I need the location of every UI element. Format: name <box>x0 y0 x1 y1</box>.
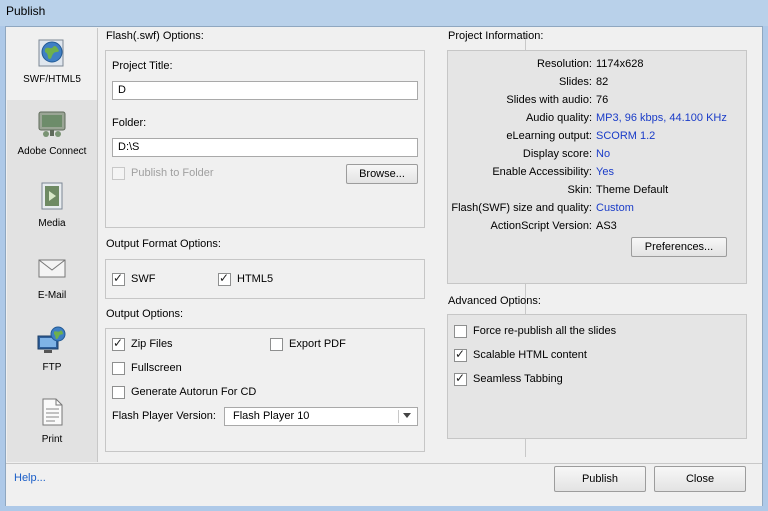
media-film-icon <box>41 182 63 210</box>
sidebar-item-media[interactable]: Media <box>7 172 97 244</box>
scalable-html-label: Scalable HTML content <box>473 349 587 361</box>
sidebar-item-label: Adobe Connect <box>17 146 87 157</box>
swf-checkbox[interactable] <box>112 271 125 286</box>
flash-options-title: Flash(.swf) Options: <box>106 30 204 42</box>
sidebar-item-print[interactable]: Print <box>7 388 97 460</box>
sidebar-item-ftp[interactable]: FTP <box>7 316 97 388</box>
info-value: AS3 <box>596 220 617 232</box>
publish-button[interactable]: Publish <box>554 466 646 492</box>
print-document-icon <box>42 398 63 426</box>
info-value[interactable]: SCORM 1.2 <box>596 130 655 142</box>
preferences-button[interactable]: Preferences... <box>631 237 727 257</box>
output-format-title: Output Format Options: <box>106 238 221 250</box>
output-format-group: SWF HTML5 <box>105 259 425 299</box>
scalable-html-checkbox[interactable] <box>454 347 467 362</box>
globe-icon <box>38 39 64 67</box>
browse-button[interactable]: Browse... <box>346 164 418 184</box>
publish-sidebar: SWF/HTML5 Adobe Connect Media E-Mail FTP… <box>7 28 98 462</box>
chevron-down-icon <box>403 413 411 418</box>
info-key: Flash(SWF) size and quality: <box>451 202 592 214</box>
info-value[interactable]: No <box>596 148 610 160</box>
adobe-connect-icon <box>38 111 66 137</box>
html5-label: HTML5 <box>237 273 274 285</box>
flash-options-group: Project Title: D Folder: D:\S Publish to… <box>105 50 425 228</box>
info-key: Slides with audio: <box>506 94 592 106</box>
output-options-group: Zip Files Export PDF Fullscreen Generate… <box>105 328 425 452</box>
autorun-checkbox[interactable] <box>112 386 125 399</box>
fullscreen-label: Fullscreen <box>131 362 182 374</box>
info-key: Skin: <box>567 184 592 196</box>
sidebar-item-label: FTP <box>42 362 62 373</box>
advanced-options-group: Force re-publish all the slides Scalable… <box>447 314 747 439</box>
window-title: Publish <box>6 4 46 18</box>
output-options-title: Output Options: <box>106 308 184 320</box>
sidebar-item-swf-html5[interactable]: SWF/HTML5 <box>7 28 97 100</box>
project-title-label: Project Title: <box>112 60 173 72</box>
folder-input[interactable]: D:\S <box>112 138 418 157</box>
close-button[interactable]: Close <box>654 466 746 492</box>
sidebar-item-label: SWF/HTML5 <box>23 74 81 85</box>
info-key: Resolution: <box>536 58 592 70</box>
sidebar-item-label: Media <box>38 218 66 229</box>
zip-files-checkbox[interactable] <box>112 336 125 351</box>
project-info-group: Resolution: 1174x628 Slides: 82 Slides with … <box>447 50 747 284</box>
email-envelope-icon <box>38 259 66 278</box>
info-value: Theme Default <box>596 184 669 196</box>
flash-version-label: Flash Player Version: <box>112 410 216 422</box>
info-key: Audio quality: <box>525 112 592 124</box>
advanced-options-title: Advanced Options: <box>448 295 541 307</box>
info-key: ActionScript Version: <box>490 220 593 232</box>
options-area: Flash(.swf) Options: Project Title: D Fo… <box>98 27 764 463</box>
info-value: 1174x628 <box>596 58 644 70</box>
info-key: Enable Accessibility: <box>492 166 592 178</box>
seamless-tabbing-checkbox[interactable] <box>454 371 467 386</box>
sidebar-item-label: Print <box>41 434 63 445</box>
info-value: 82 <box>596 76 609 88</box>
info-key: eLearning output: <box>506 130 592 142</box>
info-key: Display score: <box>522 148 592 160</box>
title-bar: Publish <box>0 0 768 26</box>
force-republish-checkbox[interactable] <box>454 325 467 338</box>
publish-to-folder-checkbox[interactable] <box>112 167 125 180</box>
sidebar-item-label: E-Mail <box>37 290 67 301</box>
project-title-input[interactable]: D <box>112 81 418 100</box>
ftp-network-icon <box>37 326 66 353</box>
fullscreen-checkbox[interactable] <box>112 362 125 375</box>
flash-version-select[interactable]: Flash Player 10 <box>224 407 418 426</box>
info-value[interactable]: Custom <box>596 202 634 214</box>
autorun-label: Generate Autorun For CD <box>131 386 257 398</box>
project-info-title: Project Information: <box>448 30 544 42</box>
dialog-footer: Help... Publish Close <box>6 463 762 506</box>
publish-to-folder-label: Publish to Folder <box>131 167 214 179</box>
publish-dialog: SWF/HTML5 Adobe Connect Media E-Mail FTP… <box>5 26 763 506</box>
swf-label: SWF <box>131 273 156 285</box>
export-pdf-label: Export PDF <box>289 338 346 350</box>
select-separator <box>398 410 399 423</box>
seamless-tabbing-label: Seamless Tabbing <box>473 373 563 385</box>
zip-files-label: Zip Files <box>131 338 173 350</box>
flash-version-value: Flash Player 10 <box>233 410 310 422</box>
html5-checkbox[interactable] <box>218 271 231 286</box>
sidebar-item-email[interactable]: E-Mail <box>7 244 97 316</box>
export-pdf-checkbox[interactable] <box>270 338 283 351</box>
folder-label: Folder: <box>112 117 147 129</box>
info-key: Slides: <box>558 76 592 88</box>
force-republish-label: Force re-publish all the slides <box>473 325 617 337</box>
help-link[interactable]: Help... <box>14 472 46 484</box>
info-value: 76 <box>596 94 609 106</box>
info-value[interactable]: Yes <box>596 166 614 178</box>
sidebar-item-adobe-connect[interactable]: Adobe Connect <box>7 100 97 172</box>
info-value[interactable]: MP3, 96 kbps, 44.100 KHz <box>596 112 727 124</box>
